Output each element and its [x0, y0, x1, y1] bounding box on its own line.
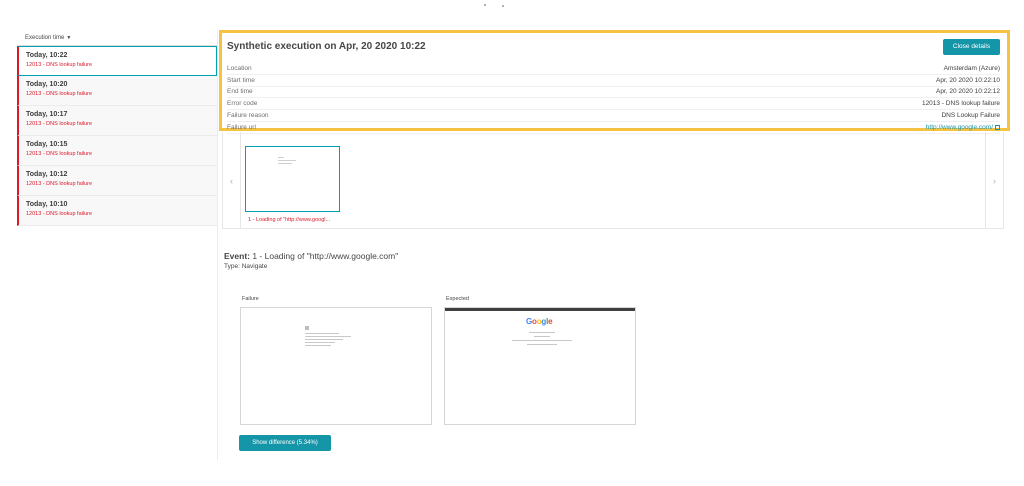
caret-down-icon: ▼: [66, 35, 72, 41]
detail-row-location: Location Amsterdam (Azure): [227, 63, 1000, 75]
detail-row-failure-reason: Failure reason DNS Lookup Failure: [227, 110, 1000, 122]
execution-item[interactable]: Today, 10:12 12013 - DNS lookup failure: [17, 166, 217, 196]
detail-label: Failure reason: [227, 112, 269, 120]
execution-error: 12013 - DNS lookup failure: [26, 62, 93, 68]
detail-value: Amsterdam (Azure): [943, 64, 1000, 72]
execution-error: 12013 - DNS lookup failure: [26, 181, 93, 187]
browser-bar: [445, 308, 635, 311]
event-title-text: 1 - Loading of "http://www.google.com": [249, 251, 399, 261]
filmstrip-prev-button[interactable]: ‹: [223, 132, 241, 229]
details-title: Synthetic execution on Apr, 20 2020 10:2…: [227, 41, 426, 52]
execution-time: Today, 10:22: [26, 52, 68, 59]
detail-row-start-time: Start time Apr, 20 2020 10:22:10: [227, 75, 1000, 87]
execution-time: Today, 10:12: [26, 171, 68, 178]
detail-row-error-code: Error code 12013 - DNS lookup failure: [227, 98, 1000, 111]
divider: [217, 30, 218, 460]
sort-label: Execution time: [25, 35, 65, 41]
execution-error: 12013 - DNS lookup failure: [26, 121, 93, 127]
detail-value: Apr, 20 2020 10:22:10: [936, 76, 1000, 84]
failure-page-preview: [305, 326, 355, 348]
detail-value: Apr, 20 2020 10:22:12: [936, 88, 1000, 96]
failure-url-text: http://www.google.com/: [925, 123, 993, 131]
show-difference-button[interactable]: Show difference (5.34%): [239, 435, 331, 451]
detail-label: Failure url: [227, 123, 256, 131]
decor-dot: [484, 4, 486, 6]
page: Execution time ▼ Today, 10:22 12013 - DNS…: [0, 0, 1024, 486]
thumbnail-label: 1 - Loading of "http://www.googl...: [248, 217, 331, 223]
expected-page-preview: [511, 332, 573, 348]
execution-item[interactable]: Today, 10:10 12013 - DNS lookup failure: [17, 196, 217, 226]
filmstrip-thumbnail[interactable]: [245, 146, 340, 212]
chevron-right-icon: ›: [993, 175, 996, 186]
execution-item[interactable]: Today, 10:17 12013 - DNS lookup failure: [17, 106, 217, 136]
detail-label: Location: [227, 64, 252, 72]
execution-time: Today, 10:17: [26, 111, 68, 118]
filmstrip-next-button[interactable]: ›: [985, 132, 1003, 229]
execution-details-panel: Synthetic execution on Apr, 20 2020 10:2…: [219, 30, 1010, 134]
execution-time: Today, 10:10: [26, 201, 68, 208]
detail-label: Start time: [227, 76, 255, 84]
detail-row-end-time: End time Apr, 20 2020 10:22:12: [227, 87, 1000, 99]
execution-item[interactable]: Today, 10:20 12013 - DNS lookup failure: [17, 76, 217, 106]
execution-error: 12013 - DNS lookup failure: [26, 151, 93, 157]
close-details-button[interactable]: Close details: [943, 39, 1000, 55]
details-rows: Location Amsterdam (Azure) Start time Ap…: [227, 63, 1000, 134]
thumbnail-preview: [278, 157, 300, 167]
execution-list: Execution time ▼ Today, 10:22 12013 - DNS…: [17, 30, 217, 226]
detail-label: Error code: [227, 100, 258, 108]
decor-dot: [502, 5, 504, 7]
failure-label: Failure: [242, 296, 259, 302]
detail-value: DNS Lookup Failure: [941, 112, 1000, 120]
detail-label: End time: [227, 88, 253, 96]
google-logo: Google: [526, 317, 553, 326]
expected-label: Expected: [446, 296, 469, 302]
execution-error: 12013 - DNS lookup failure: [26, 211, 93, 217]
execution-error: 12013 - DNS lookup failure: [26, 91, 93, 97]
event-type: Type: Navigate: [224, 263, 268, 270]
failure-url-link[interactable]: http://www.google.com/: [926, 124, 1000, 131]
event-title-prefix: Event:: [224, 251, 250, 261]
failure-screenshot[interactable]: [240, 307, 432, 425]
execution-item[interactable]: Today, 10:15 12013 - DNS lookup failure: [17, 136, 217, 166]
filmstrip: ‹ 1 - Loading of "http://www.googl... ›: [222, 132, 1004, 229]
chevron-left-icon: ‹: [230, 175, 233, 186]
execution-time: Today, 10:15: [26, 141, 68, 148]
sort-execution-time[interactable]: Execution time ▼: [17, 30, 217, 46]
detail-value: 12013 - DNS lookup failure: [921, 100, 1000, 108]
external-link-icon: [995, 124, 1000, 130]
execution-item[interactable]: Today, 10:22 12013 - DNS lookup failure: [17, 46, 217, 76]
execution-time: Today, 10:20: [26, 81, 68, 88]
event-title: Event: 1 - Loading of "http://www.google…: [224, 251, 398, 261]
expected-screenshot[interactable]: Google: [444, 307, 636, 425]
